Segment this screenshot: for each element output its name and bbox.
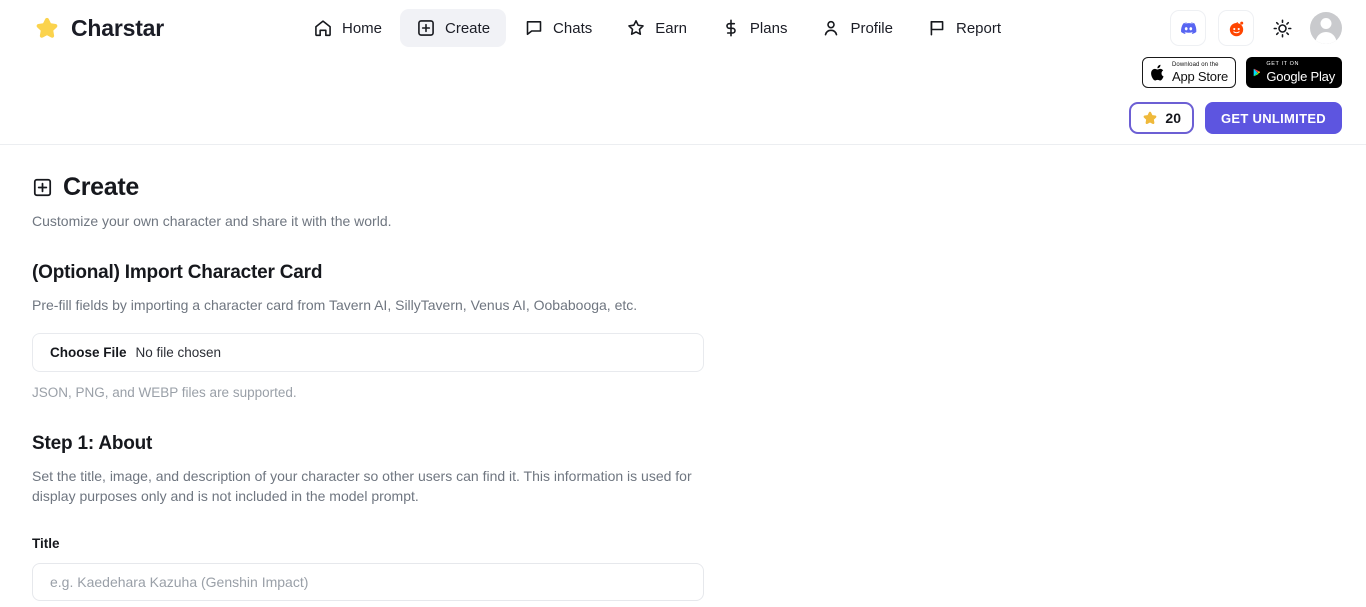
choose-file-button[interactable]: Choose File	[50, 345, 127, 360]
nav-item-profile[interactable]: Profile	[805, 9, 909, 47]
reddit-button[interactable]	[1218, 10, 1254, 46]
nav-item-earn[interactable]: Earn	[610, 9, 703, 47]
sun-icon	[1272, 18, 1293, 39]
dollar-icon	[721, 18, 741, 38]
header-cta-row: 20 GET UNLIMITED	[1129, 102, 1342, 134]
header-actions	[1170, 10, 1342, 46]
app-store-badges: Download on the App Store GET IT ON Goog…	[1142, 57, 1342, 88]
star-outline-icon	[626, 18, 646, 38]
discord-icon	[1179, 19, 1198, 38]
page-subtitle: Customize your own character and share i…	[32, 213, 1366, 229]
plus-square-icon	[32, 177, 53, 198]
brand-name: Charstar	[71, 15, 164, 42]
apple-badge-small-text: Download on the	[1172, 62, 1228, 68]
nav-label: Home	[342, 20, 382, 37]
nav-item-report[interactable]: Report	[911, 9, 1017, 47]
step-one-description: Set the title, image, and description of…	[32, 466, 732, 506]
nav-item-home[interactable]: Home	[297, 9, 398, 47]
avatar[interactable]	[1310, 12, 1342, 44]
import-character-card-section: (Optional) Import Character Card Pre-fil…	[32, 262, 1366, 400]
character-card-file-input[interactable]: Choose File No file chosen	[32, 333, 704, 372]
discord-button[interactable]	[1170, 10, 1206, 46]
page-title: Create	[63, 173, 139, 202]
chat-bubble-icon	[524, 18, 544, 38]
apple-icon	[1150, 63, 1166, 83]
title-field-label: Title	[32, 536, 1366, 551]
app-store-badge[interactable]: Download on the App Store	[1142, 57, 1236, 88]
flag-icon	[927, 18, 947, 38]
get-unlimited-button[interactable]: GET UNLIMITED	[1205, 102, 1342, 134]
nav-label: Report	[956, 20, 1001, 37]
points-badge[interactable]: 20	[1129, 102, 1194, 134]
page-title-row: Create	[32, 173, 1366, 202]
home-icon	[313, 18, 333, 38]
main-content: Create Customize your own character and …	[0, 145, 1366, 607]
file-help-text: JSON, PNG, and WEBP files are supported.	[32, 385, 1366, 400]
google-badge-big-text: Google Play	[1266, 70, 1335, 83]
step-one-about-section: Step 1: About Set the title, image, and …	[32, 433, 1366, 607]
star-icon	[34, 15, 60, 41]
points-value: 20	[1165, 110, 1181, 126]
google-play-icon	[1253, 63, 1260, 82]
nav-label: Create	[445, 20, 490, 37]
user-icon	[821, 18, 841, 38]
google-play-badge[interactable]: GET IT ON Google Play	[1246, 57, 1342, 88]
plus-square-icon	[416, 18, 436, 38]
step-one-title: Step 1: About	[32, 433, 1366, 455]
import-section-title: (Optional) Import Character Card	[32, 262, 1366, 284]
title-input[interactable]	[32, 563, 704, 601]
nav-label: Chats	[553, 20, 592, 37]
main-navigation: Home Create Chats Earn	[297, 9, 1017, 47]
apple-badge-big-text: App Store	[1172, 70, 1228, 83]
nav-label: Earn	[655, 20, 687, 37]
reddit-icon	[1227, 19, 1246, 38]
star-icon	[1142, 110, 1158, 126]
brand-logo[interactable]: Charstar	[34, 11, 164, 45]
nav-label: Profile	[850, 20, 893, 37]
nav-item-plans[interactable]: Plans	[705, 9, 804, 47]
google-badge-small-text: GET IT ON	[1266, 62, 1335, 68]
nav-item-chats[interactable]: Chats	[508, 9, 608, 47]
nav-item-create[interactable]: Create	[400, 9, 506, 47]
file-status-text: No file chosen	[136, 345, 222, 360]
theme-toggle-button[interactable]	[1266, 12, 1298, 44]
nav-label: Plans	[750, 20, 788, 37]
import-section-description: Pre-fill fields by importing a character…	[32, 295, 732, 315]
site-header: Charstar Home Create Chats Ear	[0, 0, 1366, 145]
